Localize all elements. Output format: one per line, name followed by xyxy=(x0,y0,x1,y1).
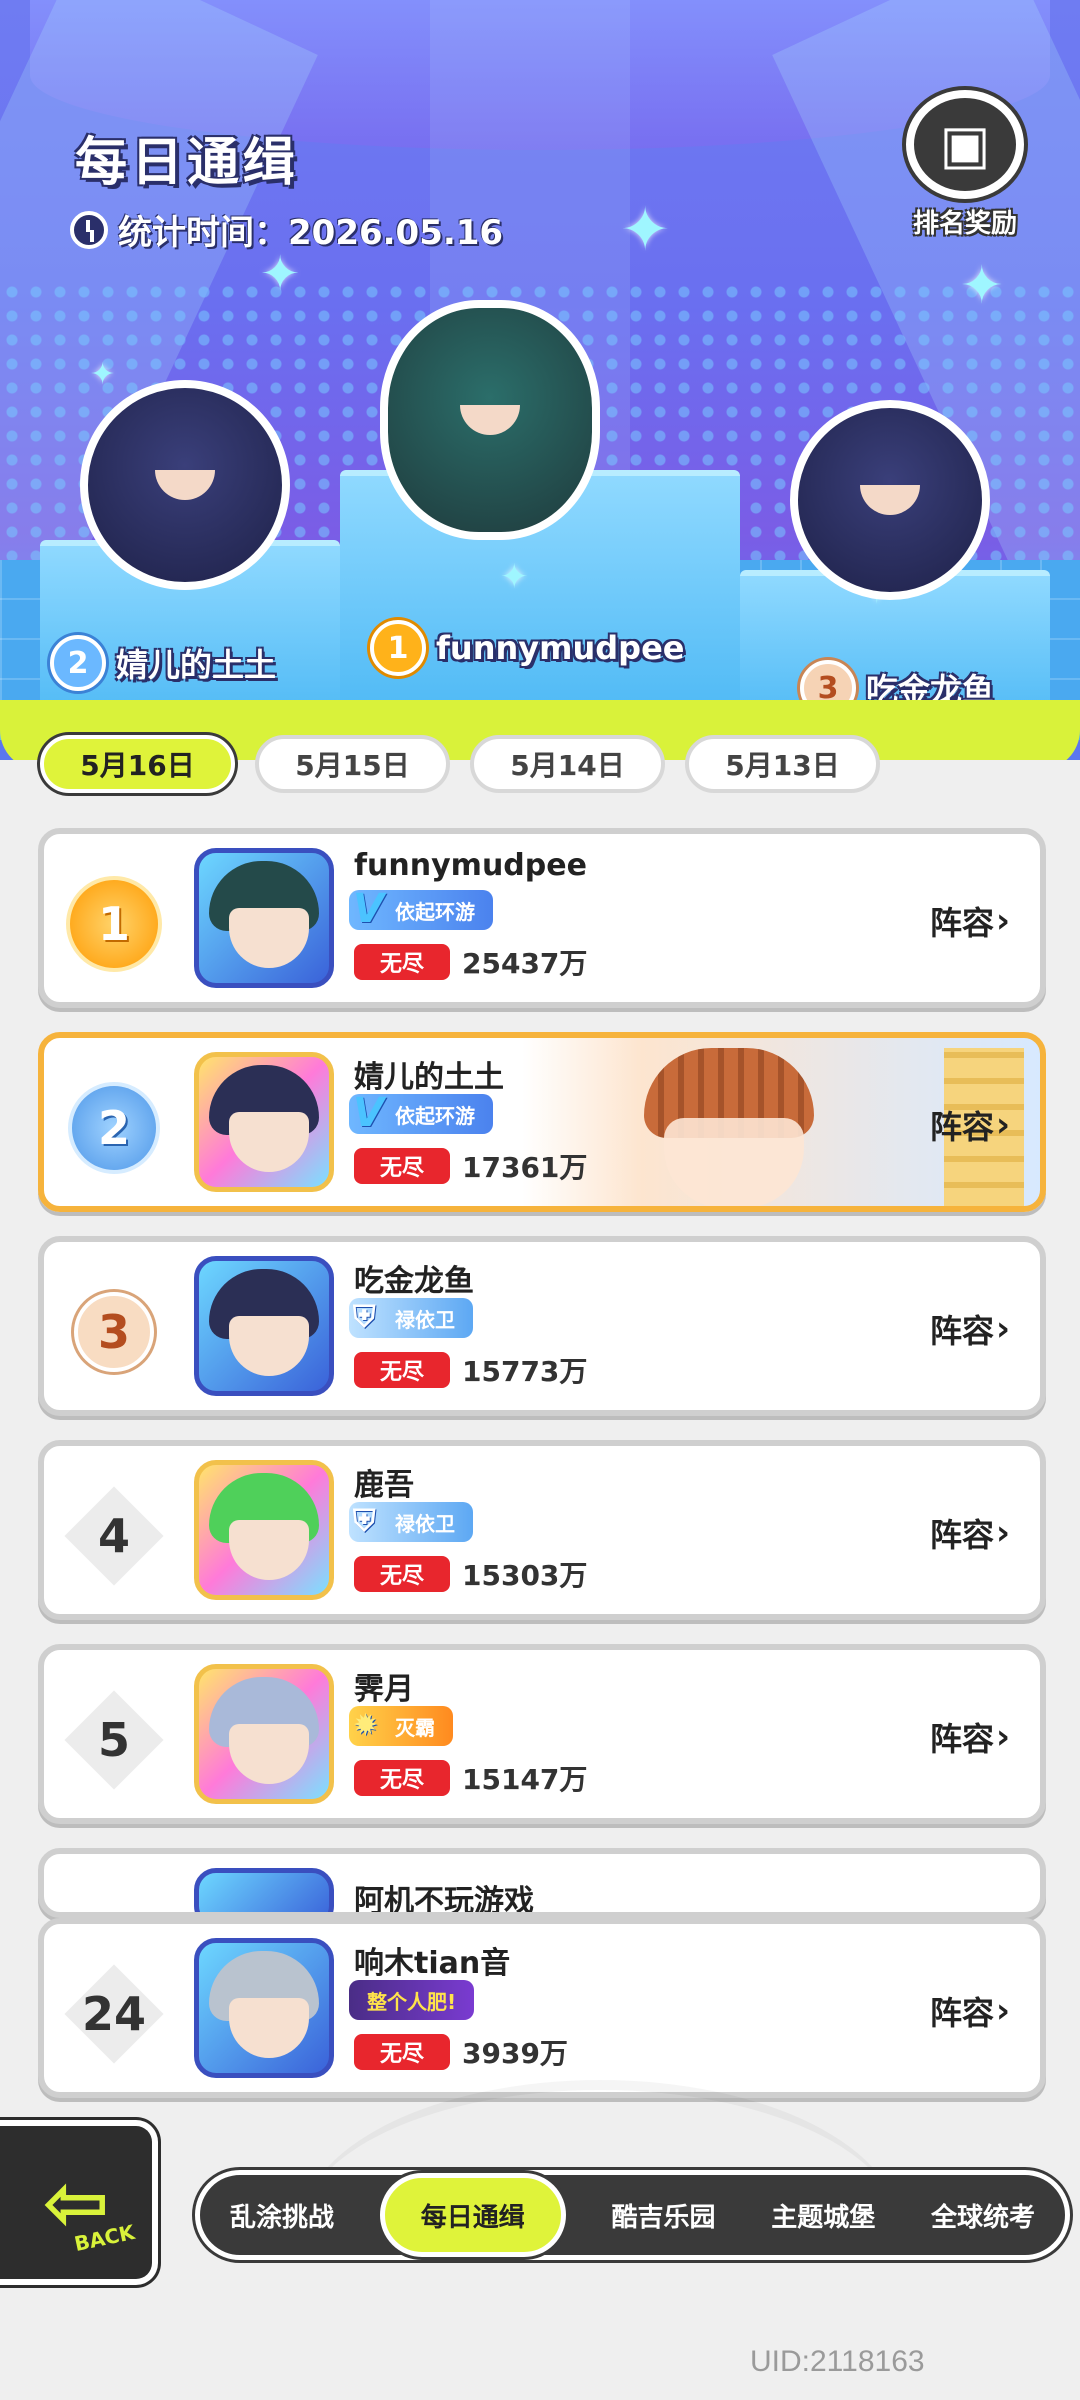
rank-medal-bronze: 3 xyxy=(64,1282,164,1382)
sparkle-icon: ✦ xyxy=(960,256,1004,316)
player-name: 鹿吾 xyxy=(354,1468,414,1503)
chevron-right-icon: › xyxy=(995,1717,1010,1757)
reward-label: 排名奖励 xyxy=(912,209,1017,239)
v-badge-icon: V xyxy=(353,886,384,932)
score-value: 25437万 xyxy=(462,947,588,980)
score-value: 15303万 xyxy=(462,1559,588,1592)
page-title: 每日通缉 xyxy=(75,133,300,193)
sparkle-icon: ✦ xyxy=(620,195,671,265)
rank-row[interactable]: 4 鹿吾 ⛨ 禄依卫 无尽 15303万 阵容 › xyxy=(38,1440,1046,1620)
podium-label-first: 1 funnymudpee xyxy=(370,620,684,676)
lineup-button[interactable]: 阵容 › xyxy=(930,1986,1010,2036)
title-badge: V 依起环游 xyxy=(349,1090,493,1136)
nav-doodle-challenge[interactable]: 乱涂挑战 xyxy=(220,2197,344,2234)
lineup-button[interactable]: 阵容 › xyxy=(930,1508,1010,1558)
score-value: 15147万 xyxy=(462,1763,588,1796)
nav-kuji-park[interactable]: 酷吉乐园 xyxy=(601,2197,725,2234)
title-badge: ⛨ 禄依卫 xyxy=(349,1502,473,1542)
mode-tag: 无尽 xyxy=(354,1148,450,1184)
mode-tag: 无尽 xyxy=(354,1556,450,1592)
lineup-button[interactable]: 阵容 › xyxy=(930,1304,1010,1354)
podium-label-second: 2 婧儿的土土 xyxy=(50,635,276,691)
lineup-button[interactable]: 阵容 › xyxy=(930,1712,1010,1762)
clock-icon xyxy=(70,210,108,249)
nav-global-exam[interactable]: 全球统考 xyxy=(921,2197,1045,2234)
avatar[interactable] xyxy=(194,848,334,988)
rank-row[interactable]: 1 funnymudpee V 依起环游 无尽 25437万 阵容 › xyxy=(38,828,1046,1008)
rank-row[interactable]: 2 婧儿的土土 V 依起环游 无尽 17361万 阵容 › xyxy=(38,1032,1046,1212)
user-id: UID:2118163 xyxy=(750,2345,925,2378)
mode-tag: 无尽 xyxy=(354,1352,450,1388)
avatar[interactable] xyxy=(194,1664,334,1804)
sparkle-icon: ✦ xyxy=(500,557,529,597)
hero-stage: ✦ ✦ ✦ ✦ ✦ ✦ 每日通缉 统计时间：2026.05.16 ▣ 排名奖励 … xyxy=(0,0,1080,760)
sparkle-icon: ✦ xyxy=(260,246,301,302)
rank-medal-gold: 1 xyxy=(64,874,164,974)
rank-row[interactable]: 阿机不玩游戏 xyxy=(38,1848,1046,1918)
stat-time-row: 统计时间：2026.05.16 xyxy=(70,205,503,254)
podium-name: 婧儿的土土 xyxy=(116,646,277,684)
score-value: 3939万 xyxy=(462,2037,568,2070)
lineup-button[interactable]: 阵容 › xyxy=(930,896,1010,946)
player-name: 阿机不玩游戏 xyxy=(354,1884,534,1918)
back-button[interactable]: ⇦ BACK xyxy=(0,2120,158,2285)
shield-icon: ⛨ xyxy=(353,1504,376,1539)
lineup-button[interactable]: 阵容 › xyxy=(930,1100,1010,1150)
v-badge-icon: V xyxy=(353,1090,384,1136)
title-badge: ✹ 灭霸 xyxy=(349,1706,453,1746)
self-rank-row[interactable]: 24 响木tian音 整个人肥! 无尽 3939万 阵容 › xyxy=(38,1918,1046,2098)
chevron-right-icon: › xyxy=(995,901,1010,941)
podium-avatar-third[interactable] xyxy=(790,400,990,600)
title-badge: ⛨ 禄依卫 xyxy=(349,1298,473,1338)
avatar[interactable] xyxy=(194,1256,334,1396)
bottom-nav: 乱涂挑战 每日通缉 酷吉乐园 主题城堡 全球统考 xyxy=(195,2170,1070,2260)
rank-number: 24 xyxy=(64,1964,164,2064)
avatar[interactable] xyxy=(194,1938,334,2078)
podium-avatar-second[interactable] xyxy=(80,380,290,590)
sparkle-icon: ✦ xyxy=(90,357,116,392)
title-badge: V 依起环游 xyxy=(349,886,493,932)
flame-icon: ✹ xyxy=(353,1708,379,1743)
podium-name: funnymudpee xyxy=(436,629,685,667)
chevron-right-icon: › xyxy=(995,1105,1010,1145)
nav-daily-wanted[interactable]: 每日通缉 xyxy=(379,2173,566,2257)
tab-date-0514[interactable]: 5月14日 xyxy=(470,735,665,793)
ranking-reward-button[interactable]: ▣ 排名奖励 xyxy=(895,90,1035,240)
player-name: 霁月 xyxy=(354,1672,414,1707)
avatar[interactable] xyxy=(194,1868,334,1912)
rank-number: 4 xyxy=(64,1486,164,1586)
tab-date-0516[interactable]: 5月16日 xyxy=(40,735,235,793)
rank-number: 5 xyxy=(64,1690,164,1790)
date-tabs: 5月16日 5月15日 5月14日 5月13日 xyxy=(40,735,880,793)
mode-tag: 无尽 xyxy=(354,1760,450,1796)
rank-row[interactable]: 3 吃金龙鱼 ⛨ 禄依卫 无尽 15773万 阵容 › xyxy=(38,1236,1046,1416)
player-name: 吃金龙鱼 xyxy=(354,1264,474,1299)
reward-box-icon: ▣ xyxy=(906,90,1024,199)
rank-medal-silver: 2 xyxy=(64,1078,164,1178)
avatar[interactable] xyxy=(194,1052,334,1192)
player-name: funnymudpee xyxy=(354,848,587,883)
chevron-right-icon: › xyxy=(995,1309,1010,1349)
tab-date-0515[interactable]: 5月15日 xyxy=(255,735,450,793)
tab-date-0513[interactable]: 5月13日 xyxy=(685,735,880,793)
rank-1-badge: 1 xyxy=(370,620,426,676)
stat-time-text: 统计时间：2026.05.16 xyxy=(118,213,504,253)
score-value: 17361万 xyxy=(462,1151,588,1184)
mode-tag: 无尽 xyxy=(354,2034,450,2070)
rank-2-badge: 2 xyxy=(50,635,106,691)
podium-avatar-first[interactable] xyxy=(380,300,600,540)
score-value: 15773万 xyxy=(462,1355,588,1388)
player-name: 响木tian音 xyxy=(354,1946,511,1981)
title-badge: 整个人肥! xyxy=(349,1980,475,2020)
nav-theme-castle[interactable]: 主题城堡 xyxy=(761,2197,885,2234)
chevron-right-icon: › xyxy=(995,1991,1010,2031)
shield-icon: ⛨ xyxy=(353,1300,376,1335)
avatar[interactable] xyxy=(194,1460,334,1600)
mode-tag: 无尽 xyxy=(354,944,450,980)
chevron-right-icon: › xyxy=(995,1513,1010,1553)
rank-row[interactable]: 5 霁月 ✹ 灭霸 无尽 15147万 阵容 › xyxy=(38,1644,1046,1824)
